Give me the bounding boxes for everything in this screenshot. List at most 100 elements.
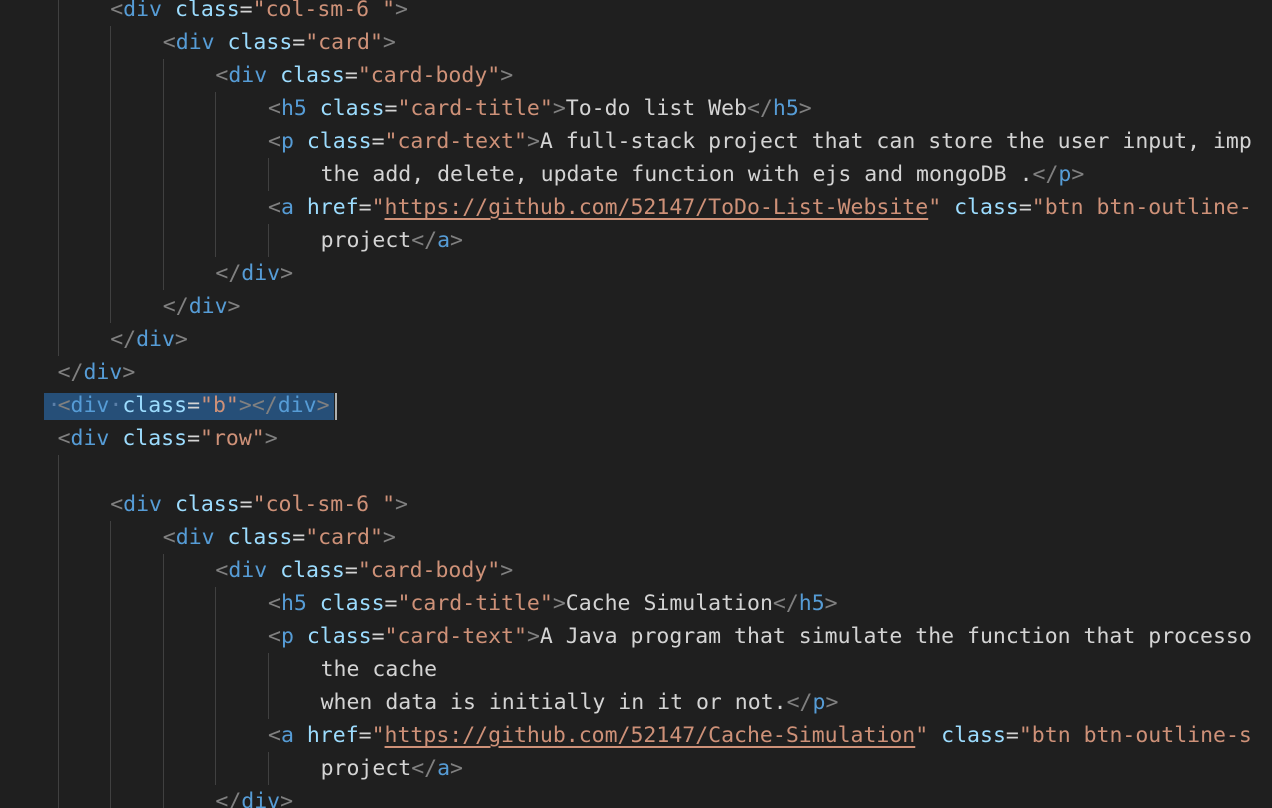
code-line[interactable]: project</a>: [321, 752, 463, 785]
code-line[interactable]: <p class="card-text">A full-stack projec…: [268, 125, 1252, 158]
code-line[interactable]: <p class="card-text">A Java program that…: [268, 620, 1252, 653]
indent-guide: [268, 158, 269, 191]
indent-guide: [215, 587, 217, 785]
code-line[interactable]: <div class="card-body">: [215, 59, 513, 92]
code-token: A Java program that simulate the functio…: [539, 624, 1252, 649]
code-line[interactable]: </div>: [163, 290, 241, 323]
code-token: div: [123, 0, 162, 22]
code-token: </: [110, 327, 137, 352]
code-token: div: [228, 558, 268, 583]
code-line[interactable]: <div class="card">: [163, 521, 396, 554]
code-token: class: [954, 195, 1019, 220]
code-token: "card": [305, 30, 383, 55]
code-token: class: [319, 96, 385, 121]
code-token: >: [382, 525, 396, 550]
code-token: =: [187, 426, 201, 451]
code-line[interactable]: when data is initially in it or not.</p>: [321, 686, 839, 719]
code-line[interactable]: <a href="https://github.com/52147/ToDo-L…: [268, 191, 1252, 224]
code-token: class: [306, 129, 372, 154]
code-token: <: [110, 0, 124, 22]
indent-guide: [57, 455, 59, 808]
code-token: p: [812, 690, 826, 715]
code-line[interactable]: <div class="card">: [163, 26, 396, 59]
code-token: <: [268, 195, 281, 220]
code-token: "col-sm-6 ": [252, 492, 396, 517]
indent-guide: [110, 521, 112, 808]
code-token: =: [292, 525, 306, 550]
code-token: </: [1032, 162, 1059, 187]
code-line[interactable]: <a href="https://github.com/52147/Cache-…: [268, 719, 1252, 752]
code-token: >: [395, 492, 408, 517]
code-token: the cache: [320, 657, 438, 682]
code-token: ": [371, 195, 385, 220]
code-token: >: [395, 0, 408, 22]
code-token: project: [320, 228, 412, 253]
code-line[interactable]: the cache: [321, 653, 438, 686]
code-token: =: [344, 558, 358, 583]
code-line[interactable]: </div>: [215, 257, 293, 290]
code-token: "card-title": [397, 591, 553, 616]
code-line[interactable]: <div class="row">: [58, 422, 278, 455]
code-line[interactable]: project</a>: [321, 224, 463, 257]
code-token: "row": [200, 426, 265, 451]
code-token: =: [384, 96, 398, 121]
code-token: <: [57, 393, 71, 418]
code-token: =: [344, 63, 358, 88]
code-token: <: [268, 723, 281, 748]
code-token: >: [227, 294, 241, 319]
url-link[interactable]: https://github.com/52147/Cache-Simulatio…: [385, 723, 916, 748]
code-line[interactable]: <div class="col-sm-6 ">: [110, 488, 408, 521]
code-token: div: [123, 492, 162, 517]
code-token: class: [227, 30, 293, 55]
code-token: a: [437, 228, 451, 253]
code-token: div: [70, 393, 110, 418]
code-token: >: [798, 96, 812, 121]
code-token: the add, delete, update function with ej…: [320, 162, 1033, 187]
code-line-selected[interactable]: <div·class="b"></div>: [58, 389, 330, 422]
code-token: div: [70, 426, 110, 451]
code-line[interactable]: the add, delete, update function with ej…: [321, 158, 1085, 191]
code-token: p: [280, 624, 294, 649]
code-token: >: [280, 789, 294, 808]
code-token: >: [280, 261, 294, 286]
code-token: <: [215, 558, 229, 583]
code-editor[interactable]: <div class="col-sm-6 "> <div class="card"…: [0, 0, 1272, 808]
code-line[interactable]: </div>: [215, 785, 293, 808]
code-token: div: [241, 261, 281, 286]
url-link[interactable]: https://github.com/52147/ToDo-List-Websi…: [385, 195, 929, 220]
code-token: div: [188, 294, 228, 319]
code-line[interactable]: <h5 class="card-title">To-do list Web</h…: [268, 92, 812, 125]
code-line[interactable]: </div>: [58, 356, 136, 389]
code-token: >: [552, 96, 566, 121]
code-token: "btn btn-outline-: [1031, 195, 1252, 220]
code-line[interactable]: <div class="card-body">: [215, 554, 513, 587]
code-token: =: [358, 195, 372, 220]
indent-guide: [57, 0, 59, 356]
code-token: <: [162, 525, 176, 550]
code-token: =: [1005, 723, 1019, 748]
code-token: class: [227, 525, 293, 550]
code-line[interactable]: <div class="col-sm-6 ">: [110, 0, 408, 26]
code-token: "col-sm-6 ": [252, 0, 396, 22]
code-token: </: [747, 96, 773, 121]
code-token: class: [280, 63, 345, 88]
code-token: "card-text": [384, 624, 527, 649]
code-token: <: [162, 30, 176, 55]
code-token: >: [1071, 162, 1085, 187]
code-token: h5: [280, 96, 307, 121]
code-token: div: [83, 360, 123, 385]
code-token: <: [268, 591, 281, 616]
code-token: </: [411, 756, 438, 781]
code-token: div: [175, 525, 215, 550]
code-token: class: [174, 492, 240, 517]
indent-guide: [268, 653, 269, 719]
code-line[interactable]: <h5 class="card-title">Cache Simulation<…: [268, 587, 838, 620]
code-line[interactable]: </div>: [110, 323, 188, 356]
code-token: class: [122, 393, 188, 418]
